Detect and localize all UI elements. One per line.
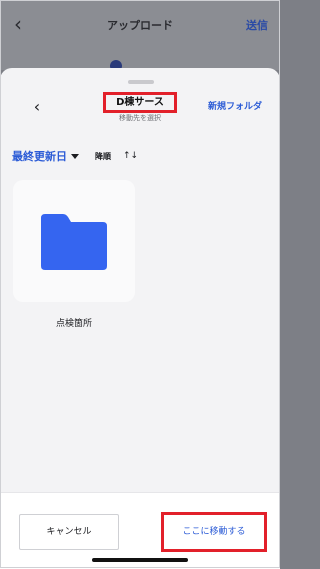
sheet-subtitle: 移動先を選択 [119,114,161,122]
home-indicator [92,558,188,562]
sort-order-label[interactable]: 降順 [95,151,111,162]
sheet-grabber[interactable] [128,80,154,84]
sort-row: 最終更新日 降順 ↑↓ [12,148,138,164]
folder-icon [41,214,107,270]
underlying-header: ‹ アップロード 送信 [0,0,280,72]
folder-tile[interactable] [13,180,135,302]
folder-name: 点検箇所 [55,319,92,329]
send-button[interactable]: 送信 [246,17,268,33]
cancel-button[interactable]: キャンセル [19,514,119,550]
sheet-title: D棟サース [103,92,177,113]
move-here-button[interactable]: ここに移動する [161,512,267,552]
underlying-title: アップロード [107,19,173,32]
new-folder-button[interactable]: 新規フォルダ [208,99,262,112]
sort-field-dropdown[interactable]: 最終更新日 [12,148,67,164]
caret-down-icon[interactable] [71,153,79,159]
sort-order-icon[interactable]: ↑↓ [123,151,138,161]
